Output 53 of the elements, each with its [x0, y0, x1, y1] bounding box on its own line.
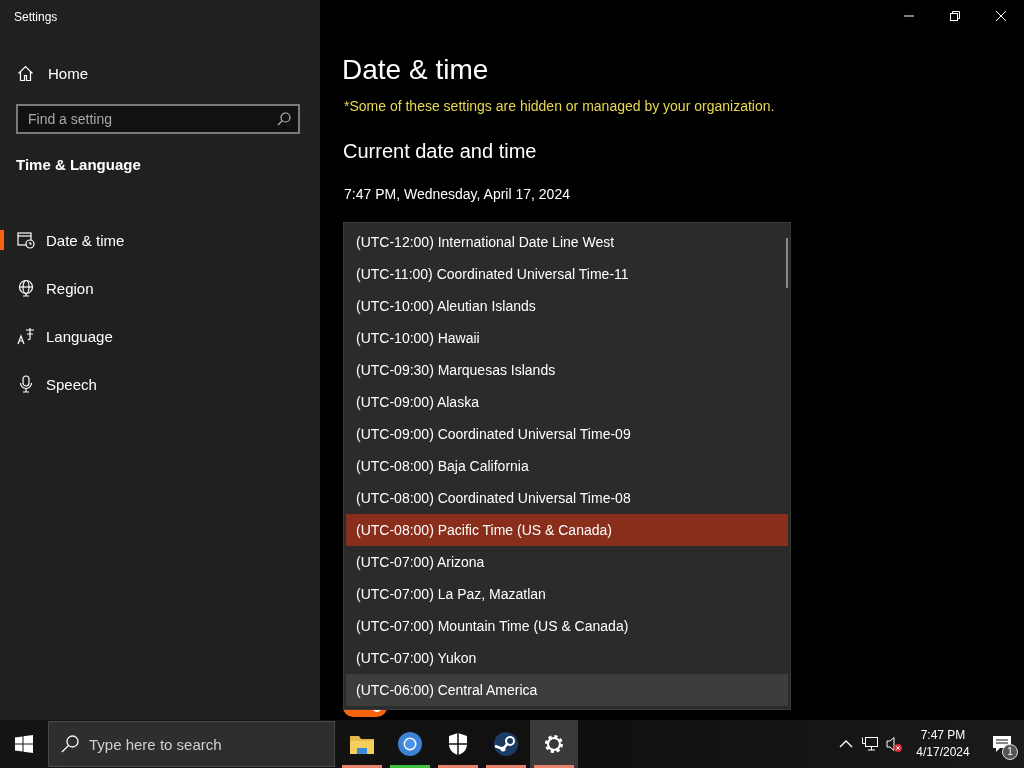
gear-icon	[543, 733, 565, 755]
chevron-up-icon[interactable]	[839, 739, 853, 749]
notification-count: 1	[1002, 744, 1018, 760]
nav-item[interactable]: Region	[0, 264, 320, 312]
section-heading: Time & Language	[16, 156, 142, 175]
home-link[interactable]: Home	[17, 62, 320, 84]
timezone-option[interactable]: (UTC-09:00) Alaska	[346, 386, 788, 418]
restore-icon[interactable]	[949, 10, 961, 22]
search-field[interactable]: Find a setting	[16, 104, 300, 134]
policy-notice: *Some of these settings are hidden or managed by your organization.	[344, 98, 776, 114]
taskbar-app-button[interactable]	[530, 720, 578, 768]
search-icon	[277, 112, 291, 126]
window-title: Settings	[13, 9, 59, 26]
shield-icon	[447, 732, 469, 756]
nav-item[interactable]: Date & time	[0, 216, 320, 264]
steam-icon	[493, 731, 519, 757]
home-icon	[17, 64, 34, 82]
nav-item[interactable]: Language	[0, 312, 320, 360]
timezone-option[interactable]: (UTC-08:00) Baja California	[346, 450, 788, 482]
page-title: Date & time	[342, 54, 490, 87]
speaker-muted-icon[interactable]	[885, 735, 903, 753]
close-icon[interactable]	[995, 10, 1007, 22]
taskbar-clock[interactable]: 7:47 PM 4/17/2024	[910, 727, 976, 761]
timezone-option[interactable]: (UTC-08:00) Coordinated Universal Time-08	[346, 482, 788, 514]
timezone-option[interactable]: (UTC-10:00) Hawaii	[346, 322, 788, 354]
timezone-option[interactable]: (UTC-07:00) Mountain Time (US & Canada)	[346, 610, 788, 642]
windows-start-icon[interactable]	[15, 735, 33, 753]
scrollbar-thumb[interactable]	[786, 238, 788, 288]
nav-item[interactable]: Speech	[0, 360, 320, 408]
microphone-icon	[17, 375, 35, 393]
clock-time: 7:47 PM	[919, 727, 967, 744]
timezone-option[interactable]: (UTC-07:00) Arizona	[346, 546, 788, 578]
current-datetime: 7:47 PM, Wednesday, April 17, 2024	[344, 186, 571, 202]
timezone-option[interactable]: (UTC-12:00) International Date Line West	[346, 226, 788, 258]
browser-icon	[397, 731, 423, 757]
timezone-option[interactable]: (UTC-07:00) La Paz, Mazatlan	[346, 578, 788, 610]
globe-icon	[17, 279, 35, 297]
timezone-option[interactable]: (UTC-11:00) Coordinated Universal Time-11	[346, 258, 788, 290]
timezone-option[interactable]: (UTC-10:00) Aleutian Islands	[346, 290, 788, 322]
language-icon	[17, 327, 35, 345]
search-icon	[61, 735, 79, 753]
calendar-clock-icon	[17, 231, 35, 249]
section-heading: Current date and time	[343, 140, 538, 163]
timezone-option[interactable]: (UTC-07:00) Yukon	[346, 642, 788, 674]
timezone-option[interactable]: (UTC-06:00) Central America	[346, 674, 788, 706]
clock-date: 4/17/2024	[915, 744, 971, 761]
timezone-option[interactable]: (UTC-09:00) Coordinated Universal Time-09	[346, 418, 788, 450]
network-monitor-icon[interactable]	[861, 736, 879, 752]
taskbar-search-field[interactable]: Type here to search	[48, 721, 335, 767]
notification-center-button[interactable]: 1	[980, 720, 1024, 768]
timezone-option[interactable]: (UTC-08:00) Pacific Time (US & Canada)	[346, 514, 788, 546]
folder-icon	[349, 733, 375, 755]
timezone-option[interactable]: (UTC-09:30) Marquesas Islands	[346, 354, 788, 386]
